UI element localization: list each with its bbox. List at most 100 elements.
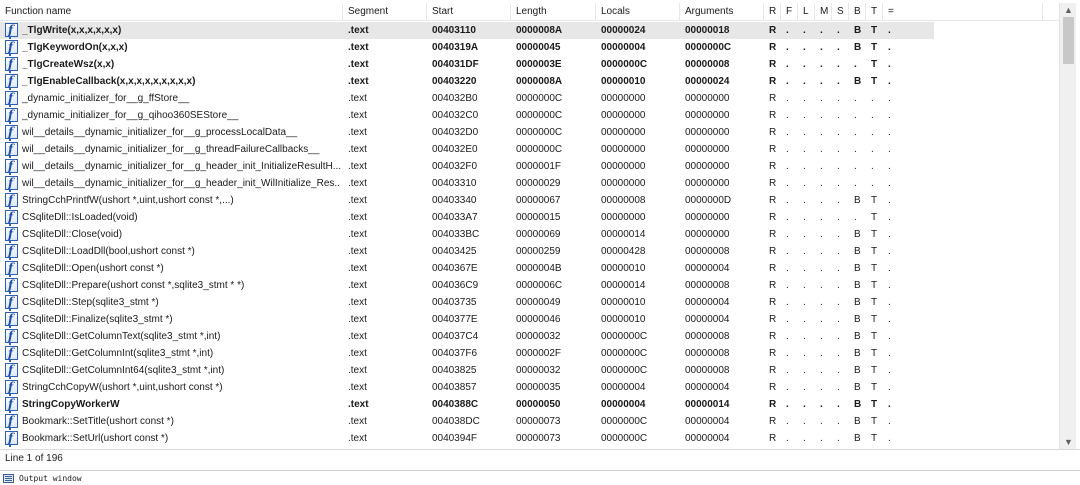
column-header-m[interactable]: M (815, 3, 832, 21)
output-window-icon (3, 474, 14, 483)
flag-f: . (786, 42, 789, 53)
table-row[interactable]: f StringCchCopyW(ushort *,uint,ushort con… (0, 379, 934, 396)
table-row[interactable]: f CSqliteDll::LoadDll(bool,ushort const *… (0, 243, 934, 260)
column-header-segment[interactable]: Segment (343, 3, 427, 21)
flag-b: . (854, 93, 857, 104)
cell-segment: .text (348, 331, 367, 342)
cell-segment: .text (348, 110, 367, 121)
vertical-scrollbar[interactable]: ▲ ▼ (1059, 3, 1076, 449)
flag-eq: . (888, 314, 891, 325)
table-row[interactable]: f wil__details__dynamic_initializer_for__… (0, 158, 934, 175)
flag-s: . (837, 314, 840, 325)
function-name: CSqliteDll::IsLoaded(void) (22, 212, 138, 223)
function-icon: f (5, 346, 18, 362)
function-icon: f (5, 159, 18, 175)
function-name: StringCchCopyW(ushort *,uint,ushort cons… (22, 382, 223, 393)
flag-r: R (769, 246, 777, 257)
table-row[interactable]: f _TlgCreateWsz(x,x) .text 004031DF 0000003E… (0, 56, 934, 73)
flag-s: . (837, 365, 840, 376)
flag-f: . (786, 59, 789, 70)
cell-start: 00403857 (432, 382, 477, 393)
table-row[interactable]: f CSqliteDll::GetColumnInt(sqlite3_stmt *… (0, 345, 934, 362)
cell-segment: .text (348, 348, 367, 359)
function-icon: f (5, 40, 18, 56)
table-row[interactable]: f _TlgKeywordOn(x,x,x) .text 0040319A 000000… (0, 39, 934, 56)
column-header-name[interactable]: Function name (0, 3, 343, 21)
column-header-t[interactable]: T (866, 3, 883, 21)
flag-l: . (803, 331, 806, 342)
scrollbar-thumb[interactable] (1063, 17, 1074, 64)
flag-b: B (854, 365, 861, 376)
column-header-locals[interactable]: Locals (596, 3, 680, 21)
flag-l: . (803, 229, 806, 240)
flag-l: . (803, 127, 806, 138)
cell-start: 004032E0 (432, 144, 478, 155)
flag-l: . (803, 144, 806, 155)
table-row[interactable]: f CSqliteDll::Prepare(ushort const *,sqli… (0, 277, 934, 294)
output-window-tab[interactable]: Output window (0, 470, 1080, 485)
flag-eq: . (888, 161, 891, 172)
cell-start: 004032F0 (432, 161, 478, 172)
table-row[interactable]: f StringCchPrintfW(ushort *,uint,ushort c… (0, 192, 934, 209)
function-name: _TlgWrite(x,x,x,x,x,x) (22, 25, 122, 36)
table-row[interactable]: f Bookmark::SetTitle(ushort const *) .text… (0, 413, 934, 430)
cell-arguments: 00000014 (685, 399, 730, 410)
table-row[interactable]: f StringCopyWorkerW .text 0040388C 00000050 0… (0, 396, 934, 413)
flag-r: R (769, 229, 777, 240)
table-row[interactable]: f Bookmark::SetUrl(ushort const *) .text 00… (0, 430, 934, 447)
flag-r: R (769, 297, 777, 308)
flag-m: . (820, 195, 823, 206)
column-header-r[interactable]: R (764, 3, 781, 21)
table-row[interactable]: f CSqliteDll::Open(ushort const *) .text 00… (0, 260, 934, 277)
function-name: wil__details__dynamic_initializer_for__g… (22, 161, 341, 172)
cell-locals: 00000008 (601, 195, 646, 206)
flag-b: B (854, 297, 861, 308)
table-row[interactable]: f wil__details__dynamic_initializer_for__… (0, 175, 934, 192)
column-header-arguments[interactable]: Arguments (680, 3, 764, 21)
flag-r: R (769, 161, 777, 172)
cell-locals: 00000004 (601, 399, 646, 410)
cell-length: 00000259 (516, 246, 561, 257)
flag-m: . (820, 382, 823, 393)
flag-b: . (854, 178, 857, 189)
column-header-b[interactable]: B (849, 3, 866, 21)
cell-locals: 0000000C (601, 59, 648, 70)
flag-b: B (854, 195, 861, 206)
table-row[interactable]: f wil__details__dynamic_initializer_for__… (0, 124, 934, 141)
table-row[interactable]: f CSqliteDll::Close(void) .text 004033BC 000… (0, 226, 934, 243)
flag-eq: . (888, 127, 891, 138)
cell-start: 004032B0 (432, 93, 478, 104)
scroll-down-arrow[interactable]: ▼ (1060, 435, 1077, 449)
function-name: CSqliteDll::GetColumnText(sqlite3_stmt *… (22, 331, 221, 342)
table-row[interactable]: f CSqliteDll::GetColumnInt64(sqlite3_stmt… (0, 362, 934, 379)
table-row[interactable]: f _dynamic_initializer_for__g_ffStore__ .t… (0, 90, 934, 107)
function-icon: f (5, 414, 18, 430)
flag-s: . (837, 382, 840, 393)
flag-b: B (854, 399, 862, 410)
table-row[interactable]: f CSqliteDll::GetColumnText(sqlite3_stmt … (0, 328, 934, 345)
cell-segment: .text (348, 365, 367, 376)
table-row[interactable]: f CSqliteDll::Step(sqlite3_stmt *) .text 00… (0, 294, 934, 311)
flag-b: . (854, 212, 857, 223)
table-row[interactable]: f CSqliteDll::Finalize(sqlite3_stmt *) .te… (0, 311, 934, 328)
column-header-start[interactable]: Start (427, 3, 511, 21)
flag-f: . (786, 110, 789, 121)
table-row[interactable]: f _TlgEnableCallback(x,x,x,x,x,x,x,x,x) .t… (0, 73, 934, 90)
column-header-length[interactable]: Length (511, 3, 596, 21)
table-row[interactable]: f wil__details__dynamic_initializer_for__… (0, 141, 934, 158)
flag-f: . (786, 331, 789, 342)
flag-b: B (854, 76, 862, 87)
table-row[interactable]: f _TlgWrite(x,x,x,x,x,x) .text 00403110 0000… (0, 22, 934, 39)
cell-arguments: 00000008 (685, 331, 730, 342)
cell-locals: 00000004 (601, 382, 646, 393)
column-header-l[interactable]: L (798, 3, 815, 21)
column-header-s[interactable]: S (832, 3, 849, 21)
flag-f: . (786, 161, 789, 172)
scroll-up-arrow[interactable]: ▲ (1060, 3, 1077, 17)
table-row[interactable]: f _dynamic_initializer_for__g_qihoo360SES… (0, 107, 934, 124)
flag-s: . (837, 178, 840, 189)
flag-l: . (803, 25, 806, 36)
table-row[interactable]: f CSqliteDll::IsLoaded(void) .text 004033A7… (0, 209, 934, 226)
column-header-eq[interactable]: = (883, 3, 1043, 21)
column-header-f[interactable]: F (781, 3, 798, 21)
